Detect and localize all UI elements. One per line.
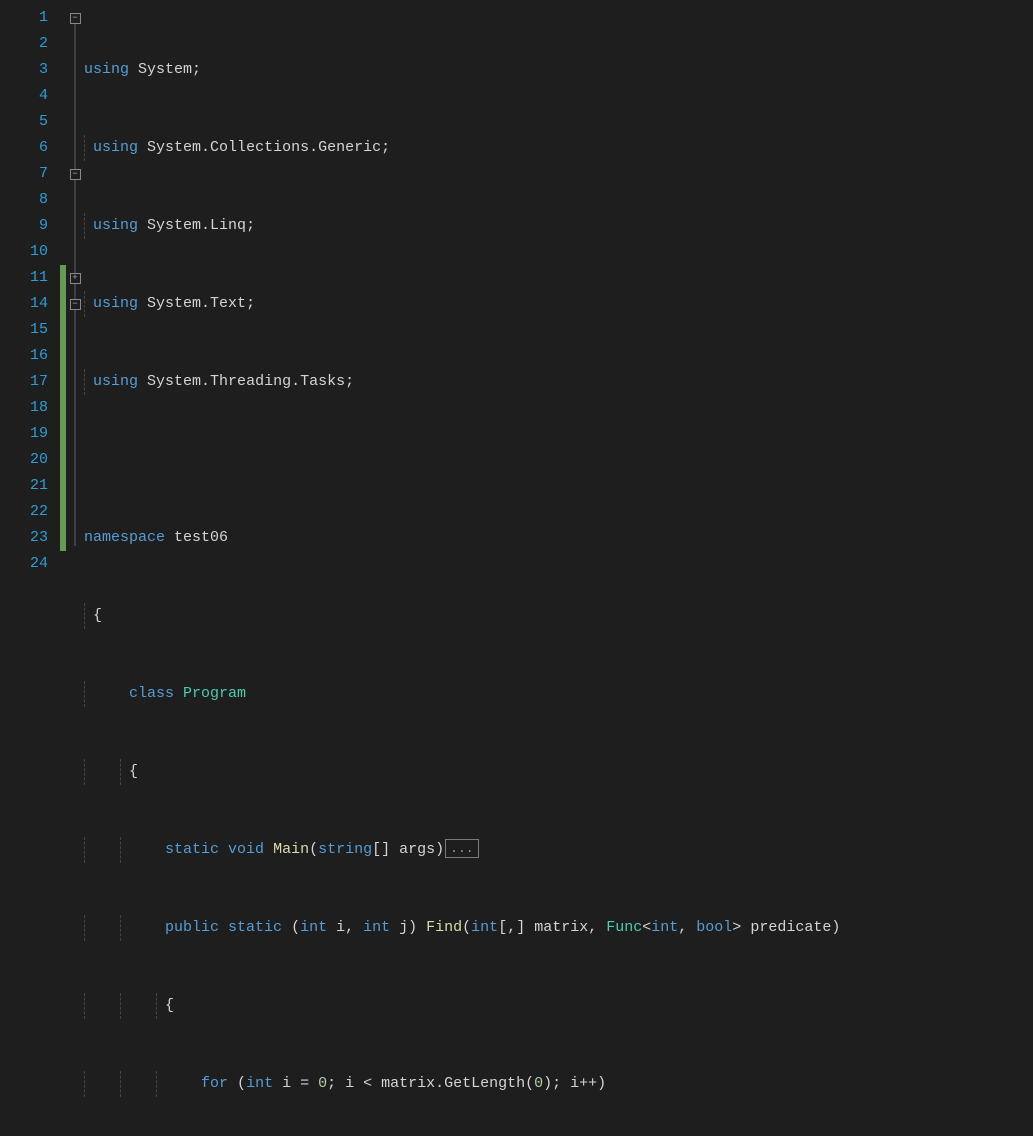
code-line: {: [84, 759, 1033, 785]
code-line: {: [84, 993, 1033, 1019]
code-line: public static (int i, int j) Find(int[,]…: [84, 915, 1033, 941]
line-number: 22: [0, 499, 48, 525]
fold-toggle-collapse-icon[interactable]: −: [70, 169, 81, 180]
line-number: 10: [0, 239, 48, 265]
line-number: 23: [0, 525, 48, 551]
fold-toggle-expand-icon[interactable]: +: [70, 273, 81, 284]
fold-toggle-collapse-icon[interactable]: −: [70, 299, 81, 310]
line-number: 24: [0, 551, 48, 577]
line-number: 20: [0, 447, 48, 473]
line-number: 9: [0, 213, 48, 239]
line-number: 5: [0, 109, 48, 135]
collapsed-region-icon[interactable]: ...: [445, 839, 478, 858]
code-editor[interactable]: 1 2 3 4 5 6 7 8 9 10 11 14 15 16 17 18 1…: [0, 0, 1033, 568]
line-number: 6: [0, 135, 48, 161]
line-number: 2: [0, 31, 48, 57]
line-number: 3: [0, 57, 48, 83]
line-number: 14: [0, 291, 48, 317]
line-number: 1: [0, 5, 48, 31]
line-number: 7: [0, 161, 48, 187]
line-number: 16: [0, 343, 48, 369]
line-number: 15: [0, 317, 48, 343]
code-line: [84, 447, 1033, 473]
line-number: 4: [0, 83, 48, 109]
line-number: 8: [0, 187, 48, 213]
code-line: using System.Linq;: [84, 213, 1033, 239]
code-line: using System.Text;: [84, 291, 1033, 317]
line-number: 21: [0, 473, 48, 499]
fold-column: − − + −: [66, 0, 84, 568]
code-line: using System;: [84, 57, 1033, 83]
code-line: {: [84, 603, 1033, 629]
code-line: using System.Threading.Tasks;: [84, 369, 1033, 395]
line-number: 11: [0, 265, 48, 291]
line-number: 17: [0, 369, 48, 395]
code-line: class Program: [84, 681, 1033, 707]
line-number: 18: [0, 395, 48, 421]
code-line: for (int i = 0; i < matrix.GetLength(0);…: [84, 1071, 1033, 1097]
code-line: namespace test06: [84, 525, 1033, 551]
line-number-gutter: 1 2 3 4 5 6 7 8 9 10 11 14 15 16 17 18 1…: [0, 0, 60, 568]
code-line: using System.Collections.Generic;: [84, 135, 1033, 161]
code-content[interactable]: using System; using System.Collections.G…: [84, 0, 1033, 568]
fold-toggle-collapse-icon[interactable]: −: [70, 13, 81, 24]
line-number: 19: [0, 421, 48, 447]
code-line: static void Main(string[] args)...: [84, 837, 1033, 863]
